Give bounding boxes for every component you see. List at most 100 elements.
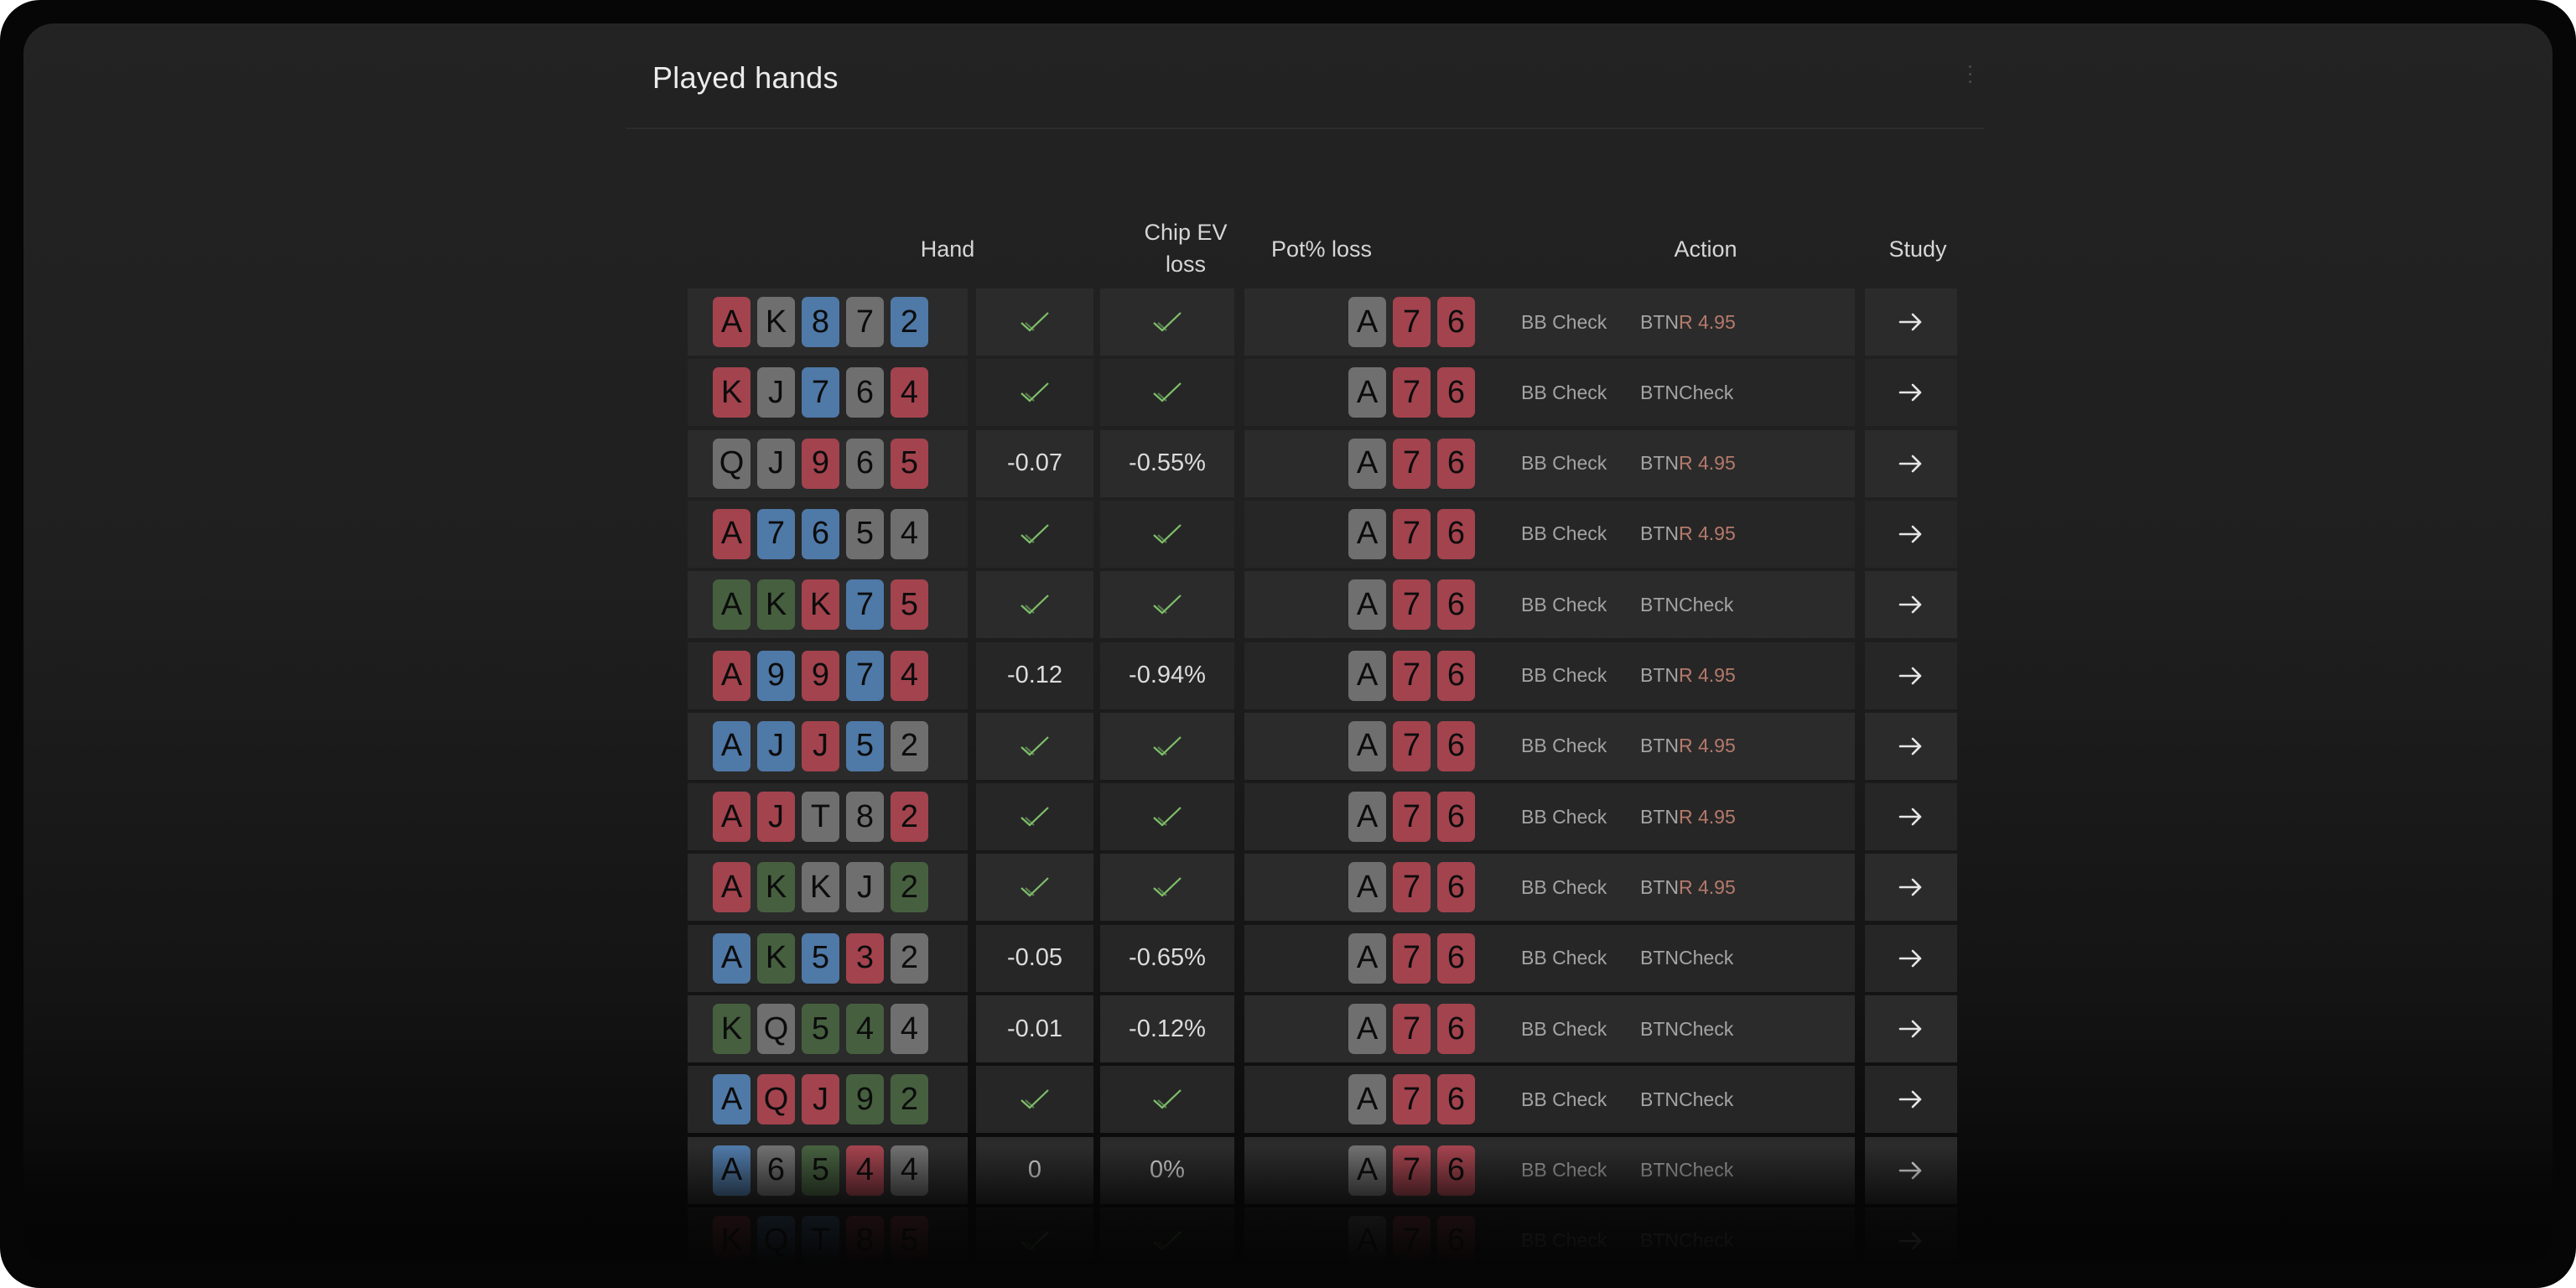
card-hearts: 4	[891, 650, 928, 701]
arrow-right-icon[interactable]	[1865, 359, 1957, 426]
bb-action: BB Check	[1521, 735, 1607, 757]
card-diamonds: 7	[802, 367, 839, 418]
card-clubs: K	[757, 932, 795, 984]
pot-loss-cell	[1100, 571, 1234, 639]
board-card-hearts: 7	[1393, 932, 1431, 984]
card-spades: 6	[846, 367, 884, 418]
pot-loss-cell	[1100, 712, 1234, 780]
arrow-right-icon[interactable]	[1865, 995, 1957, 1062]
board-cards: A76	[1348, 571, 1482, 638]
chip-ev-loss-cell	[976, 571, 1093, 639]
checkmark-icon	[976, 783, 1093, 850]
board-card-spades: A	[1348, 862, 1386, 913]
checkmark-icon	[1100, 359, 1234, 426]
board-card-hearts: 7	[1393, 720, 1431, 771]
kebab-menu-icon[interactable]	[1969, 65, 1972, 87]
table-row[interactable]: A K 5 3 2 -0.05 -0.65% A 7 6 BB Check BTN Check	[688, 924, 1957, 992]
arrow-right-icon[interactable]	[1865, 571, 1957, 638]
table-row[interactable]: A J T 8 2 A 7 6 BB Check BTN R 4.95	[688, 783, 1957, 851]
btn-action: BTN Check	[1640, 925, 1733, 992]
column-header-hand: Hand	[920, 236, 975, 262]
action-cell: A 7 6 BB Check BTN R 4.95	[1244, 500, 1855, 568]
table-row[interactable]: A J J 5 2 A 7 6 BB Check BTN R 4.95	[688, 712, 1957, 780]
card-diamonds: A	[713, 932, 750, 984]
checkmark-icon	[976, 713, 1093, 780]
arrow-right-icon[interactable]	[1865, 854, 1957, 921]
table-row[interactable]: A K K 7 5 A 7 6 BB Check BTN Check	[688, 571, 1957, 639]
btn-action: BTN Check	[1640, 1066, 1733, 1133]
pot-loss-value: -0.55%	[1129, 449, 1206, 477]
bb-action: BB Check	[1521, 1017, 1607, 1040]
card-spades: 4	[891, 1004, 928, 1054]
table-row[interactable]: Q J 9 6 5 -0.07 -0.55% A 7 6 BB Check BTN R 4.95	[688, 429, 1957, 497]
card-clubs: K	[757, 862, 795, 913]
board-card-hearts: 7	[1393, 508, 1431, 559]
arrow-right-icon[interactable]	[1865, 288, 1957, 356]
study-cell	[1865, 924, 1957, 992]
table-row[interactable]: K J 7 6 4 A 7 6 BB Check BTN Check	[688, 359, 1957, 427]
btn-label: BTN	[1640, 664, 1679, 686]
pot-loss-cell	[1100, 359, 1234, 427]
checkmark-icon	[976, 359, 1093, 426]
checkmark-icon	[1100, 288, 1234, 356]
table-row[interactable]: K Q 5 4 4 -0.01 -0.12% A 7 6 BB Check BTN Check	[688, 995, 1957, 1062]
column-header-study: Study	[1888, 236, 1947, 262]
arrow-right-icon[interactable]	[1865, 783, 1957, 850]
arrow-right-icon[interactable]	[1865, 501, 1957, 568]
checkmark-icon	[1100, 854, 1234, 921]
action-cell: A 7 6 BB Check BTN R 4.95	[1244, 854, 1855, 922]
checkmark-icon	[1100, 1066, 1234, 1133]
card-hearts: 9	[802, 650, 839, 701]
btn-check: Check	[1679, 1017, 1734, 1040]
btn-check: Check	[1679, 381, 1734, 403]
card-hearts: 2	[891, 792, 928, 843]
hand-cell: QJ965	[688, 429, 968, 497]
chip-ev-loss-cell	[976, 500, 1093, 568]
btn-label: BTN	[1640, 875, 1679, 898]
board-card-hearts: 6	[1437, 579, 1475, 631]
chip-ev-loss-cell	[976, 712, 1093, 780]
btn-action: BTN R 4.95	[1640, 288, 1736, 356]
pot-loss-value: -0.94%	[1129, 662, 1206, 688]
study-cell	[1865, 1066, 1957, 1134]
arrow-right-icon[interactable]	[1865, 925, 1957, 992]
table-row[interactable]: A 7 6 5 4 A 7 6 BB Check BTN R 4.95	[688, 500, 1957, 568]
action-cell: A 7 6 BB Check BTN R 4.95	[1244, 783, 1855, 851]
chip-ev-loss-cell	[976, 359, 1093, 427]
arrow-right-icon[interactable]	[1865, 430, 1957, 497]
pot-loss-cell	[1100, 1066, 1234, 1134]
board-card-spades: A	[1348, 792, 1386, 843]
table-row[interactable]: A 9 9 7 4 -0.12 -0.94% A 7 6 BB Check BTN R 4.95	[688, 641, 1957, 709]
table-row[interactable]: A K 8 7 2 A 7 6 BB Check BTN R 4.95	[688, 288, 1957, 356]
hand-cards: AK872	[688, 288, 968, 356]
pot-loss-cell: -0.12%	[1100, 995, 1234, 1062]
board-card-spades: A	[1348, 932, 1386, 984]
table-row[interactable]: A K K J 2 A 7 6 BB Check BTN R 4.95	[688, 854, 1957, 922]
hand-cell: A7654	[688, 500, 968, 568]
pot-loss-cell	[1100, 783, 1234, 851]
board-card-spades: A	[1348, 508, 1386, 559]
chip-ev-loss-value: -0.01	[1006, 1015, 1063, 1042]
board-card-hearts: 6	[1437, 650, 1475, 701]
pot-loss-value: -0.12%	[1129, 1015, 1206, 1042]
board-cards: A76	[1348, 783, 1482, 850]
arrow-right-icon[interactable]	[1865, 642, 1957, 709]
card-diamonds: A	[713, 720, 750, 771]
card-hearts: 9	[802, 438, 839, 489]
card-hearts: Q	[757, 1074, 795, 1125]
study-cell	[1865, 641, 1957, 709]
card-diamonds: 6	[802, 508, 839, 559]
board-card-hearts: 7	[1393, 792, 1431, 843]
table-row[interactable]: A Q J 9 2 A 7 6 BB Check BTN Check	[688, 1066, 1957, 1134]
card-spades: 5	[846, 508, 884, 559]
card-hearts: J	[802, 1074, 839, 1125]
arrow-right-icon[interactable]	[1865, 713, 1957, 780]
pot-loss-cell	[1100, 288, 1234, 356]
card-diamonds: J	[757, 720, 795, 771]
card-diamonds: 8	[802, 297, 839, 347]
arrow-right-icon[interactable]	[1865, 1066, 1957, 1133]
btn-label: BTN	[1640, 947, 1679, 969]
column-header-chip-ev-line2: loss	[1165, 252, 1206, 277]
btn-action: BTN R 4.95	[1640, 854, 1736, 921]
card-hearts: A	[713, 862, 750, 913]
